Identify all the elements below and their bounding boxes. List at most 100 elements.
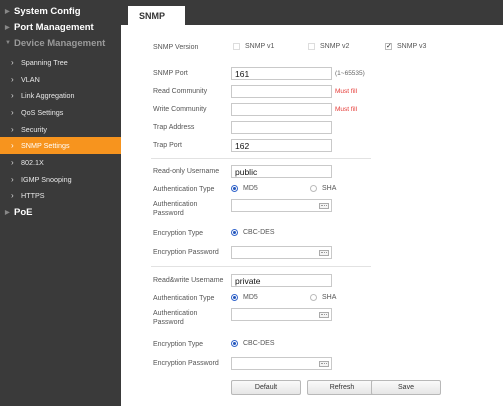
keyboard-icon[interactable]	[319, 203, 329, 209]
default-button[interactable]: Default	[231, 380, 301, 395]
trap-address-input[interactable]	[231, 121, 332, 134]
readonly-enc-type-label: Encryption Type	[153, 230, 204, 237]
snmp-version-label: SNMP Version	[153, 44, 199, 51]
nav-item-label: Link Aggregation	[21, 91, 75, 101]
readonly-cbc-radio[interactable]	[231, 229, 238, 236]
snmp-v1-checkbox[interactable]	[233, 43, 240, 50]
snmp-v2-label: SNMP v2	[320, 43, 350, 50]
readwrite-username-label: Read&write Username	[153, 277, 224, 284]
snmp-port-label: SNMP Port	[153, 70, 188, 77]
write-community-label: Write Community	[153, 106, 207, 113]
read-community-input[interactable]	[231, 85, 332, 98]
readwrite-auth-password-label: Authentication Password	[153, 310, 198, 326]
readonly-sha-radio[interactable]	[310, 185, 317, 192]
nav-item-label: SNMP Settings	[21, 141, 70, 151]
nav-device-management-label: Device Management	[14, 37, 106, 49]
readonly-md5-option[interactable]: MD5	[231, 185, 258, 192]
readonly-auth-type-label: Authentication Type	[153, 186, 215, 193]
keyboard-icon[interactable]	[319, 312, 329, 318]
refresh-button[interactable]: Refresh	[307, 380, 377, 395]
snmp-v3-checkbox[interactable]: ✓	[385, 43, 392, 50]
nav-link-aggregation[interactable]: › Link Aggregation	[0, 87, 121, 104]
readonly-enc-password-input[interactable]	[231, 246, 332, 259]
readwrite-auth-password-input[interactable]	[231, 308, 332, 321]
nav-poe[interactable]: ▶ PoE	[0, 204, 121, 220]
nav-system-config[interactable]: ▶ System Config	[0, 3, 121, 19]
nav-port-management-label: Port Management	[14, 21, 94, 33]
nav-system-config-label: System Config	[14, 5, 81, 17]
readonly-username-input[interactable]: public	[231, 165, 332, 178]
readonly-md5-radio[interactable]	[231, 185, 238, 192]
nav-security[interactable]: › Security	[0, 121, 121, 138]
readwrite-sha-option[interactable]: SHA	[310, 294, 336, 301]
readwrite-cbc-label: CBC-DES	[243, 340, 275, 347]
readonly-sha-label: SHA	[322, 185, 337, 192]
readwrite-md5-option[interactable]: MD5	[231, 294, 258, 301]
readonly-md5-label: MD5	[243, 185, 258, 192]
readwrite-sha-label: SHA	[322, 294, 337, 301]
snmp-port-range: (1~65535)	[335, 70, 365, 77]
snmp-v2-checkbox[interactable]	[308, 43, 315, 50]
trap-port-input[interactable]: 162	[231, 139, 332, 152]
readwrite-enc-type-label: Encryption Type	[153, 341, 204, 348]
readwrite-username-input[interactable]: private	[231, 274, 332, 287]
save-button[interactable]: Save	[371, 380, 441, 395]
nav-item-label: Security	[21, 124, 47, 134]
chevron-right-icon: ›	[11, 57, 14, 67]
nav-vlan[interactable]: › VLAN	[0, 71, 121, 88]
snmp-port-input[interactable]: 161	[231, 67, 332, 80]
chevron-right-icon: ›	[11, 91, 14, 101]
trap-address-label: Trap Address	[153, 124, 195, 131]
snmp-v2-option[interactable]: SNMP v2	[308, 43, 349, 50]
readwrite-md5-radio[interactable]	[231, 294, 238, 301]
caret-right-icon: ▶	[5, 209, 10, 216]
nav-https[interactable]: › HTTPS	[0, 188, 121, 205]
caret-right-icon: ▶	[5, 24, 10, 31]
snmp-v1-option[interactable]: SNMP v1	[233, 43, 274, 50]
nav-port-management[interactable]: ▶ Port Management	[0, 19, 121, 35]
readonly-cbc-option[interactable]: CBC-DES	[231, 229, 275, 236]
snmp-settings-panel: SNMP Version SNMP v1 SNMP v2 ✓ SNMP v3 S…	[121, 25, 503, 406]
tab-bar: SNMP	[121, 0, 503, 25]
chevron-right-icon: ›	[11, 157, 14, 167]
divider	[151, 266, 371, 267]
nav-8021x[interactable]: › 802.1X	[0, 154, 121, 171]
readwrite-enc-password-input[interactable]	[231, 357, 332, 370]
nav-snmp-settings[interactable]: › SNMP Settings	[0, 137, 121, 155]
divider	[151, 158, 371, 159]
read-community-label: Read Community	[153, 88, 208, 95]
readonly-cbc-label: CBC-DES	[243, 229, 275, 236]
readonly-auth-password-input[interactable]	[231, 199, 332, 212]
chevron-right-icon: ›	[11, 124, 14, 134]
chevron-right-icon: ›	[11, 74, 14, 84]
snmp-v3-label: SNMP v3	[397, 43, 427, 50]
readwrite-md5-label: MD5	[243, 294, 258, 301]
write-community-input[interactable]	[231, 103, 332, 116]
snmp-v3-option[interactable]: ✓ SNMP v3	[385, 43, 426, 50]
readonly-sha-option[interactable]: SHA	[310, 185, 336, 192]
readwrite-sha-radio[interactable]	[310, 294, 317, 301]
caret-down-icon: ▼	[5, 40, 11, 46]
nav-item-label: QoS Settings	[21, 107, 64, 117]
readwrite-cbc-radio[interactable]	[231, 340, 238, 347]
readwrite-cbc-option[interactable]: CBC-DES	[231, 340, 275, 347]
keyboard-icon[interactable]	[319, 250, 329, 256]
nav-igmp-snooping[interactable]: › IGMP Snooping	[0, 171, 121, 188]
nav-device-management[interactable]: ▼ Device Management	[0, 35, 121, 51]
sidebar: ▶ System Config ▶ Port Management ▼ Devi…	[0, 0, 121, 406]
readonly-auth-password-label: Authentication Password	[153, 201, 198, 217]
nav-spanning-tree[interactable]: › Spanning Tree	[0, 54, 121, 71]
trap-port-label: Trap Port	[153, 142, 182, 149]
readonly-username-label: Read-only Username	[153, 168, 220, 175]
nav-poe-label: PoE	[14, 206, 33, 218]
keyboard-icon[interactable]	[319, 361, 329, 367]
readonly-enc-password-label: Encryption Password	[153, 249, 219, 256]
read-community-required: Must fill	[335, 88, 358, 95]
readwrite-enc-password-label: Encryption Password	[153, 360, 219, 367]
chevron-right-icon: ›	[11, 191, 14, 201]
tab-snmp[interactable]: SNMP	[128, 6, 185, 25]
nav-item-label: VLAN	[21, 74, 40, 84]
nav-qos-settings[interactable]: › QoS Settings	[0, 104, 121, 121]
nav-item-label: HTTPS	[21, 191, 45, 201]
write-community-required: Must fill	[335, 106, 358, 113]
